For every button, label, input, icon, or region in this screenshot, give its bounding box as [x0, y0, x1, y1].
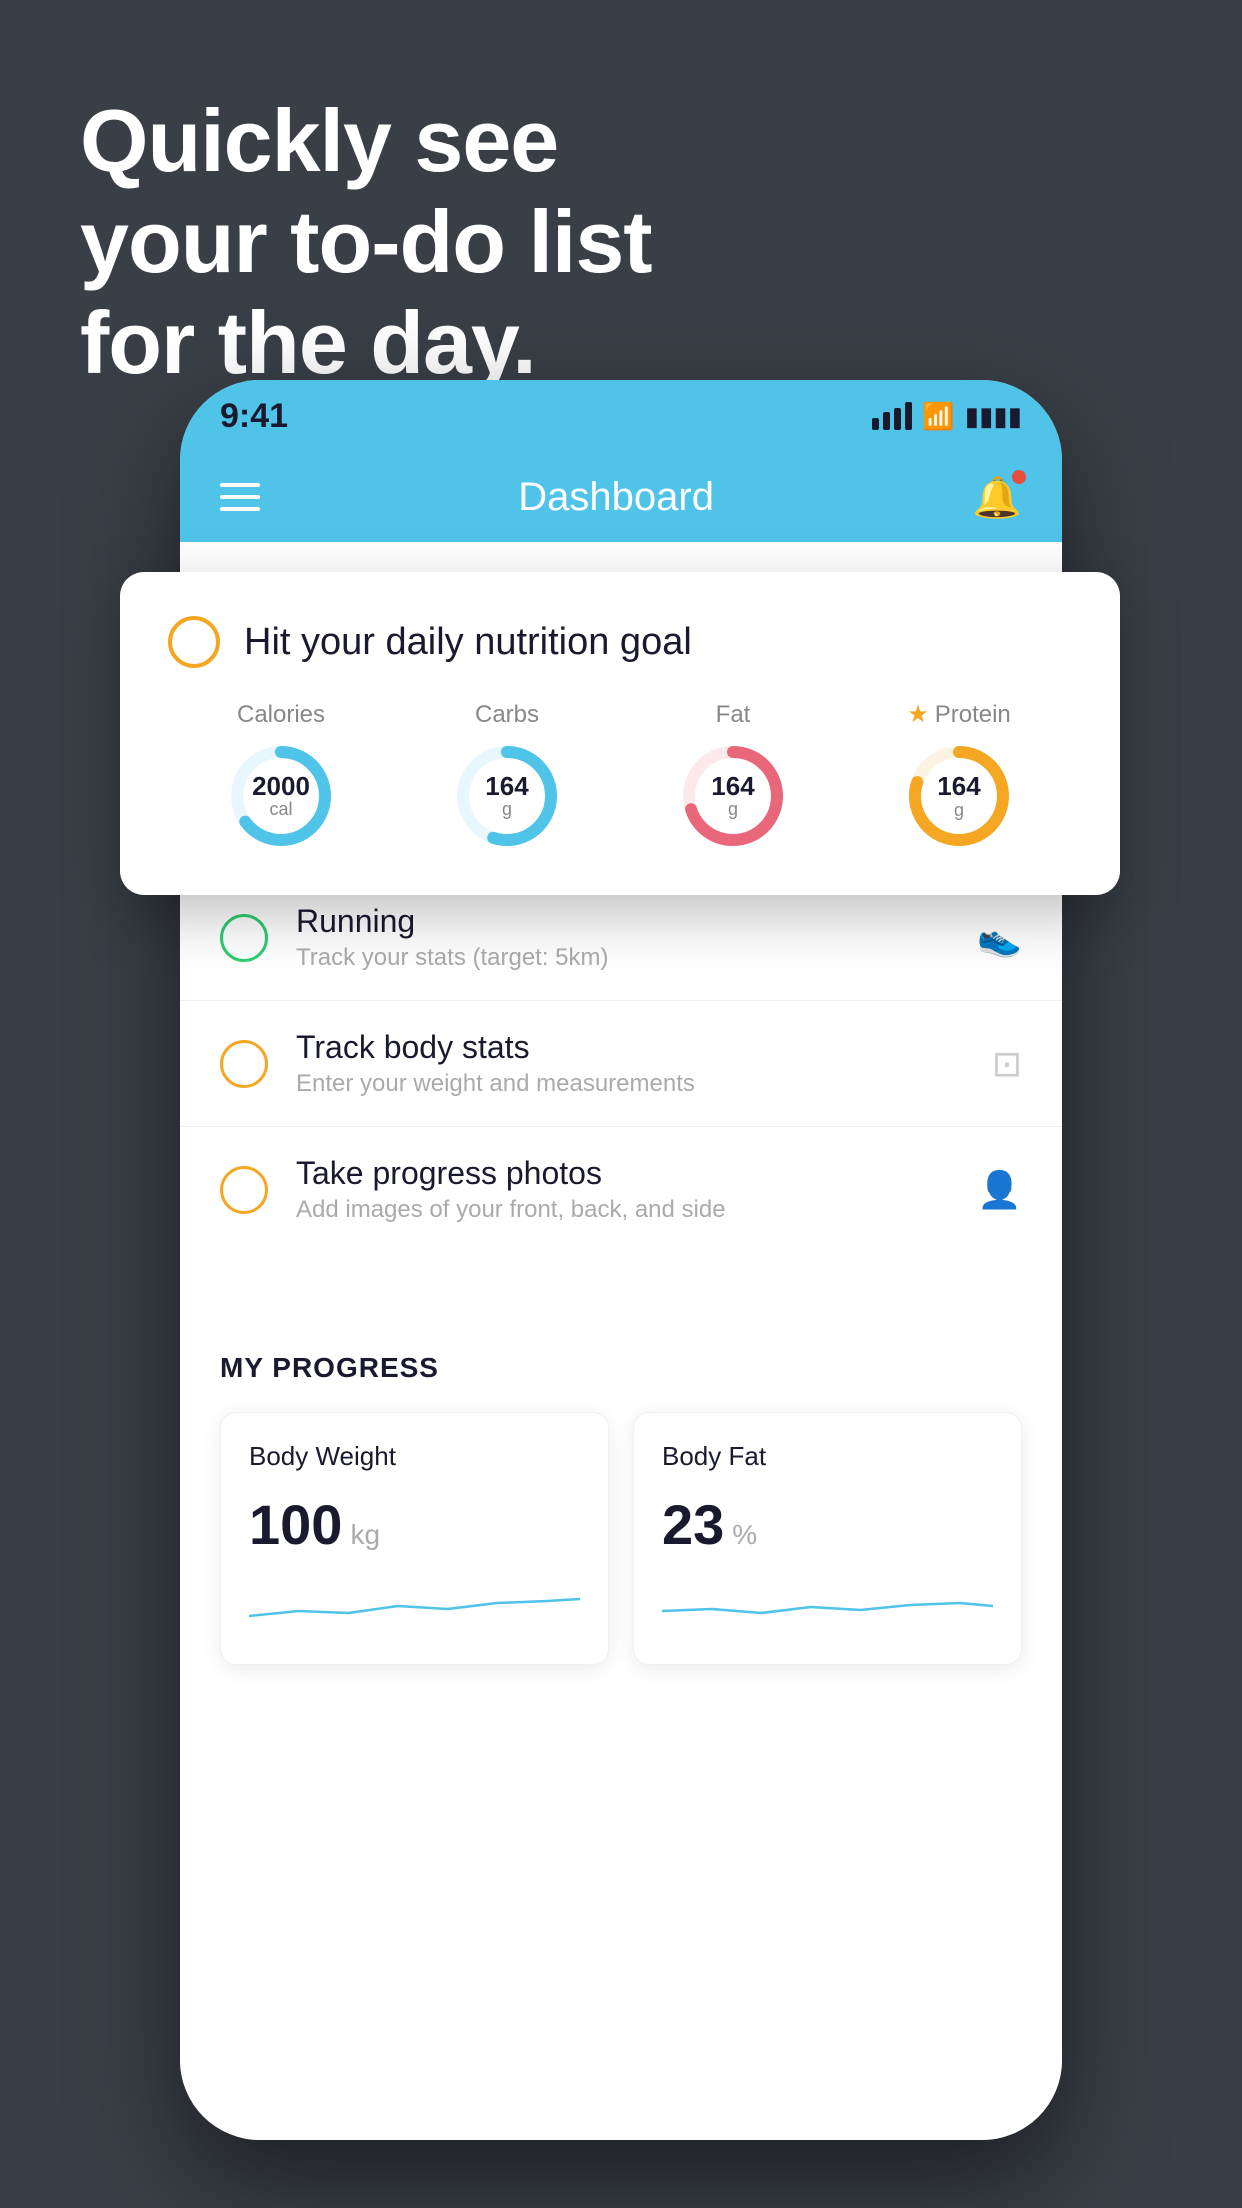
- shoe-icon: 👟: [977, 917, 1022, 959]
- body-weight-card[interactable]: Body Weight 100 kg: [220, 1412, 609, 1665]
- todo-text-photos: Take progress photos Add images of your …: [296, 1155, 949, 1224]
- nav-title: Dashboard: [518, 475, 714, 520]
- carbs-unit: g: [485, 800, 528, 820]
- fat-unit: g: [711, 800, 754, 820]
- status-time: 9:41: [220, 397, 288, 436]
- progress-cards: Body Weight 100 kg Body Fat 23 %: [220, 1412, 1022, 1665]
- wifi-icon: 📶: [922, 401, 954, 432]
- todo-title-photos: Take progress photos: [296, 1155, 949, 1192]
- fat-donut: 164 g: [678, 741, 788, 851]
- todo-checkbox-running[interactable]: [220, 914, 268, 962]
- card-title-row: Hit your daily nutrition goal: [168, 616, 1072, 668]
- carbs-label: Carbs: [475, 701, 539, 729]
- scale-icon: ⊡: [992, 1043, 1022, 1085]
- protein-label: ★ Protein: [907, 700, 1011, 729]
- star-icon: ★: [907, 700, 929, 729]
- carbs-donut: 164 g: [452, 741, 562, 851]
- nutrition-calories: Calories 2000 cal: [226, 701, 336, 851]
- body-fat-unit: %: [732, 1519, 757, 1551]
- todo-checkbox-bodystats[interactable]: [220, 1040, 268, 1088]
- progress-section: MY PROGRESS Body Weight 100 kg Body Fat …: [180, 1312, 1062, 1685]
- body-fat-card[interactable]: Body Fat 23 %: [633, 1412, 1022, 1665]
- menu-icon[interactable]: [220, 483, 260, 511]
- fat-label: Fat: [716, 701, 751, 729]
- progress-header: MY PROGRESS: [220, 1352, 1022, 1384]
- body-weight-unit: kg: [350, 1519, 380, 1551]
- todo-title-running: Running: [296, 903, 949, 940]
- protein-unit: g: [937, 800, 980, 820]
- body-fat-title: Body Fat: [662, 1441, 993, 1472]
- todo-subtitle-photos: Add images of your front, back, and side: [296, 1196, 949, 1224]
- nutrition-checkbox[interactable]: [168, 616, 220, 668]
- body-weight-chart: [249, 1581, 580, 1631]
- nutrition-row: Calories 2000 cal Carbs: [168, 700, 1072, 851]
- battery-icon: ▮▮▮▮: [965, 401, 1022, 432]
- todo-text-bodystats: Track body stats Enter your weight and m…: [296, 1029, 964, 1098]
- todo-item-bodystats[interactable]: Track body stats Enter your weight and m…: [180, 1000, 1062, 1126]
- protein-donut: 164 g: [904, 741, 1014, 851]
- calories-donut: 2000 cal: [226, 741, 336, 851]
- calories-label: Calories: [237, 701, 325, 729]
- calories-value: 2000: [252, 771, 310, 800]
- hero-text: Quickly see your to-do list for the day.: [80, 90, 652, 394]
- nutrition-protein: ★ Protein 164 g: [904, 700, 1014, 851]
- carbs-value: 164: [485, 771, 528, 800]
- nutrition-card-title: Hit your daily nutrition goal: [244, 621, 692, 664]
- fat-value: 164: [711, 771, 754, 800]
- todo-text-running: Running Track your stats (target: 5km): [296, 903, 949, 972]
- body-fat-chart: [662, 1581, 993, 1631]
- body-weight-title: Body Weight: [249, 1441, 580, 1472]
- nutrition-fat: Fat 164 g: [678, 701, 788, 851]
- todo-subtitle-running: Track your stats (target: 5km): [296, 944, 949, 972]
- body-weight-value: 100: [249, 1492, 342, 1557]
- body-weight-value-row: 100 kg: [249, 1492, 580, 1557]
- nutrition-card: Hit your daily nutrition goal Calories 2…: [120, 572, 1120, 895]
- todo-list: Running Track your stats (target: 5km) 👟…: [180, 874, 1062, 1252]
- protein-value: 164: [937, 772, 980, 801]
- status-icons: 📶 ▮▮▮▮: [872, 401, 1022, 432]
- signal-icon: [872, 402, 912, 430]
- bell-icon[interactable]: 🔔: [972, 474, 1022, 521]
- calories-unit: cal: [252, 800, 310, 820]
- nutrition-carbs: Carbs 164 g: [452, 701, 562, 851]
- body-fat-value: 23: [662, 1492, 724, 1557]
- todo-title-bodystats: Track body stats: [296, 1029, 964, 1066]
- todo-item-photos[interactable]: Take progress photos Add images of your …: [180, 1126, 1062, 1252]
- status-bar: 9:41 📶 ▮▮▮▮: [180, 380, 1062, 452]
- person-icon: 👤: [977, 1169, 1022, 1211]
- nav-bar: Dashboard 🔔: [180, 452, 1062, 542]
- todo-subtitle-bodystats: Enter your weight and measurements: [296, 1070, 964, 1098]
- notification-dot: [1012, 470, 1026, 484]
- body-fat-value-row: 23 %: [662, 1492, 993, 1557]
- todo-checkbox-photos[interactable]: [220, 1166, 268, 1214]
